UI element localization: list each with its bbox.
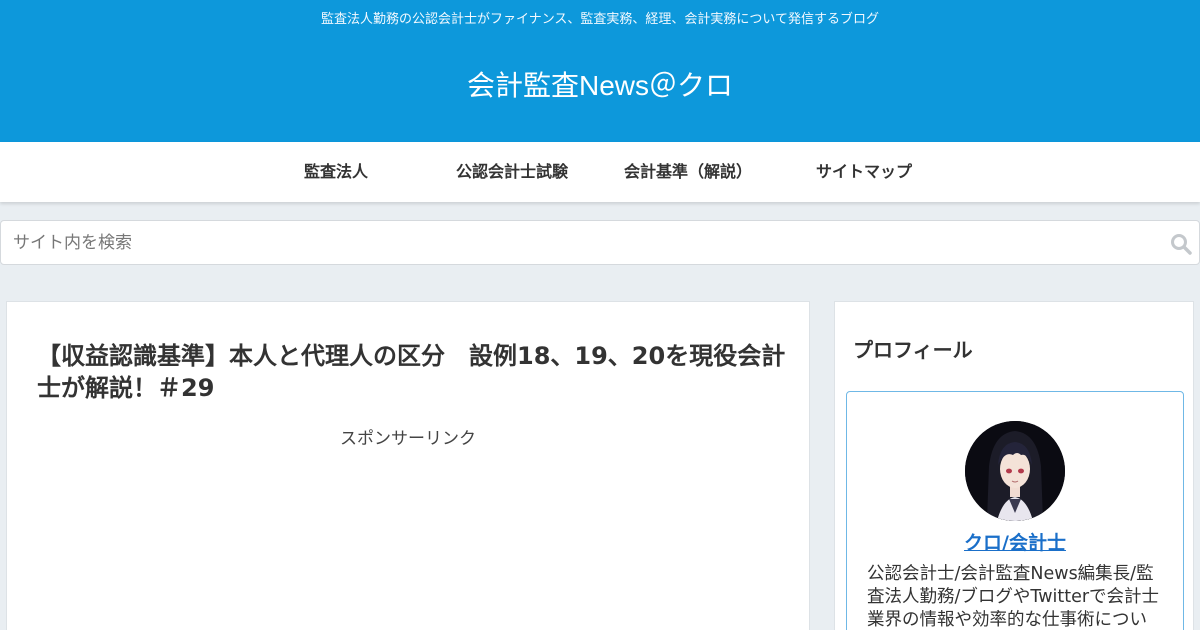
profile-box: クロ/会計士 公認会計士/会計監査News編集長/監査法人勤務/ブログやTwit…: [846, 391, 1184, 630]
site-title-link[interactable]: 会計監査News＠クロ: [0, 68, 1200, 104]
nav-item-accounting-standards[interactable]: 会計基準（解説）: [600, 142, 776, 202]
sidebar: プロフィール クロ/会計士 公認会計士/会計監査News編集長/監査法人勤務/ブ…: [834, 301, 1194, 630]
article-card: 【収益認識基準】本人と代理人の区分 設例18、19、20を現役会計士が解説！＃2…: [6, 301, 810, 630]
profile-widget-title: プロフィール: [853, 338, 973, 362]
site-tagline: 監査法人勤務の公認会計士がファイナンス、監査実務、経理、会計実務について発信する…: [320, 12, 880, 27]
search-box: [0, 220, 1200, 265]
profile-description: 公認会計士/会計監査News編集長/監査法人勤務/ブログやTwitterで会計士…: [867, 564, 1160, 630]
anime-character-avatar-icon: [965, 421, 1065, 521]
avatar[interactable]: [965, 421, 1065, 521]
sponsor-label: スポンサーリンク: [340, 429, 476, 449]
search-input[interactable]: [1, 221, 1161, 264]
article-title: 【収益認識基準】本人と代理人の区分 設例18、19、20を現役会計士が解説！＃2…: [37, 342, 786, 402]
nav-item-sitemap[interactable]: サイトマップ: [776, 142, 952, 202]
search-icon: [1171, 234, 1192, 255]
global-nav: 監査法人 公認会計士試験 会計基準（解説） サイトマップ: [0, 142, 1200, 202]
search-button[interactable]: [1169, 232, 1193, 256]
profile-name-link[interactable]: クロ/会計士: [847, 528, 1183, 555]
site-header: 監査法人勤務の公認会計士がファイナンス、監査実務、経理、会計実務について発信する…: [0, 0, 1200, 142]
nav-item-cpa-exam[interactable]: 公認会計士試験: [424, 142, 600, 202]
nav-item-audit-firm[interactable]: 監査法人: [248, 142, 424, 202]
